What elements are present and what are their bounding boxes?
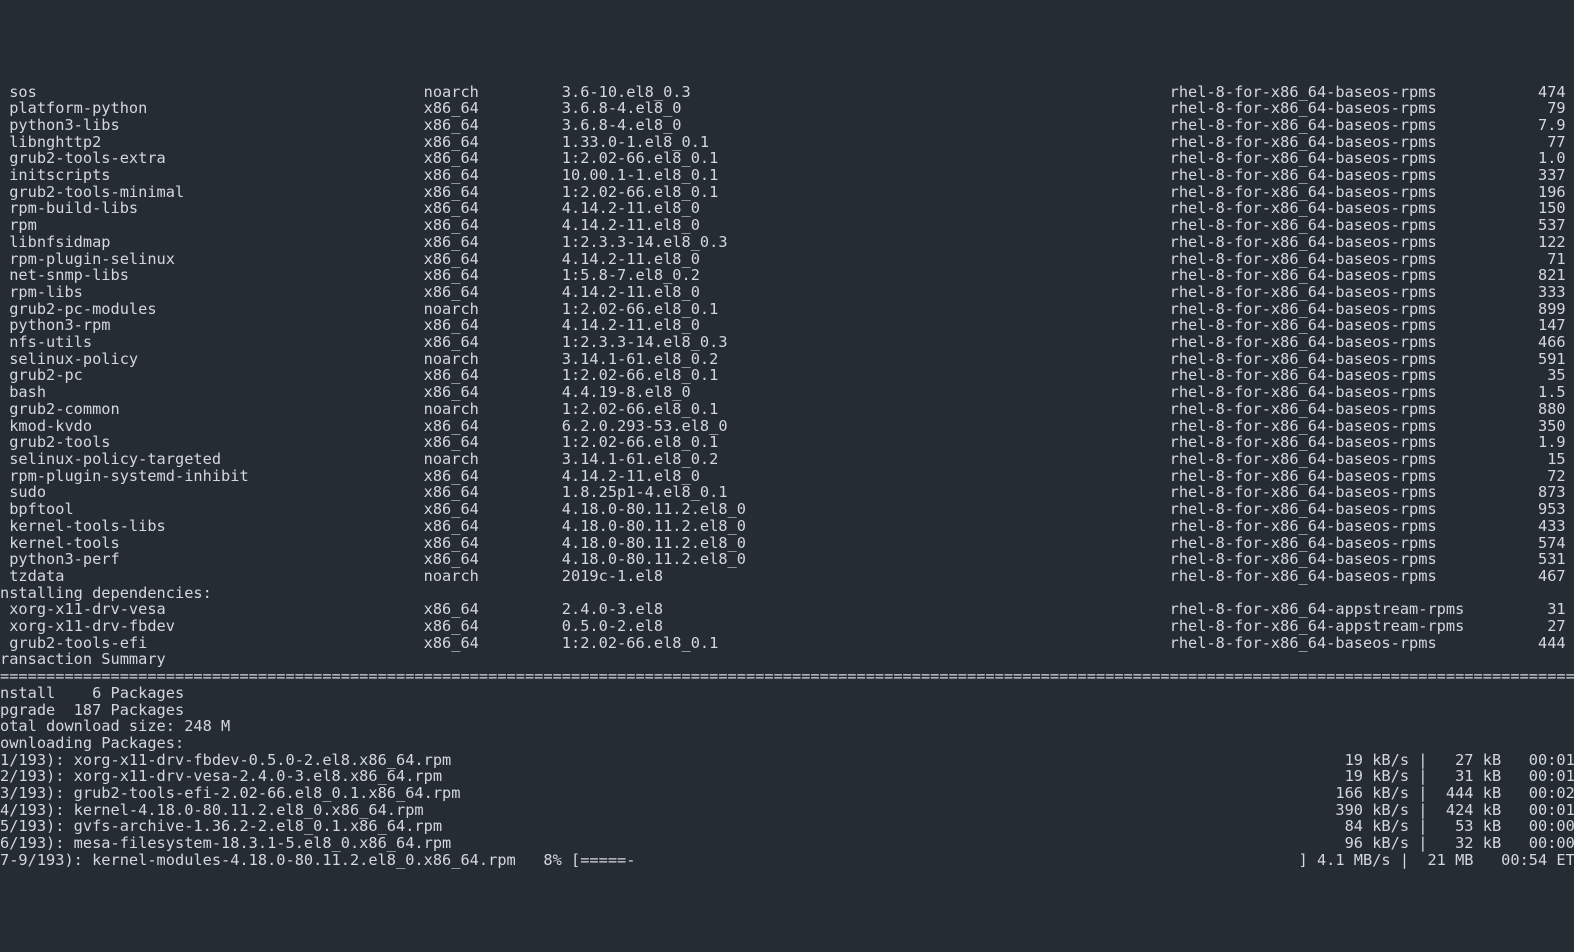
package-row: selinux-policy-targeted noarch 3.14.1-61… (0, 451, 1574, 468)
package-row: rpm-plugin-systemd-inhibit x86_64 4.14.2… (0, 468, 1574, 485)
package-row: bash x86_64 4.4.19-8.el8_0 rhel-8-for-x8… (0, 384, 1574, 401)
package-row: grub2-tools-minimal x86_64 1:2.02-66.el8… (0, 184, 1574, 201)
package-row: grub2-tools x86_64 1:2.02-66.el8_0.1 rhe… (0, 434, 1574, 451)
package-row: grub2-tools-efi x86_64 1:2.02-66.el8_0.1… (0, 635, 1574, 652)
package-row: initscripts x86_64 10.00.1-1.el8_0.1 rhe… (0, 167, 1574, 184)
separator: ========================================… (0, 668, 1574, 685)
section-header: nstalling dependencies: (0, 585, 1574, 602)
package-row: kernel-tools-libs x86_64 4.18.0-80.11.2.… (0, 518, 1574, 535)
package-row: platform-python x86_64 3.6.8-4.el8_0 rhe… (0, 100, 1574, 117)
package-row: sos noarch 3.6-10.el8_0.3 rhel-8-for-x86… (0, 84, 1574, 101)
package-row: xorg-x11-drv-vesa x86_64 2.4.0-3.el8 rhe… (0, 601, 1574, 618)
package-row: libnghttp2 x86_64 1.33.0-1.el8_0.1 rhel-… (0, 134, 1574, 151)
package-row: net-snmp-libs x86_64 1:5.8-7.el8_0.2 rhe… (0, 267, 1574, 284)
package-row: selinux-policy noarch 3.14.1-61.el8_0.2 … (0, 351, 1574, 368)
download-row: 1/193): xorg-x11-drv-fbdev-0.5.0-2.el8.x… (0, 752, 1574, 769)
package-row: grub2-pc-modules noarch 1:2.02-66.el8_0.… (0, 301, 1574, 318)
summary-header: ransaction Summary (0, 651, 1574, 668)
progress-row: 7-9/193): kernel-modules-4.18.0-80.11.2.… (0, 852, 1574, 869)
download-row: 4/193): kernel-4.18.0-80.11.2.el8_0.x86_… (0, 802, 1574, 819)
package-row: grub2-tools-extra x86_64 1:2.02-66.el8_0… (0, 150, 1574, 167)
package-row: bpftool x86_64 4.18.0-80.11.2.el8_0 rhel… (0, 501, 1574, 518)
terminal-output: sos noarch 3.6-10.el8_0.3 rhel-8-for-x86… (0, 84, 1574, 869)
package-row: sudo x86_64 1.8.25p1-4.el8_0.1 rhel-8-fo… (0, 484, 1574, 501)
package-row: python3-rpm x86_64 4.14.2-11.el8_0 rhel-… (0, 317, 1574, 334)
package-row: rpm x86_64 4.14.2-11.el8_0 rhel-8-for-x8… (0, 217, 1574, 234)
package-row: python3-perf x86_64 4.18.0-80.11.2.el8_0… (0, 551, 1574, 568)
package-row: xorg-x11-drv-fbdev x86_64 0.5.0-2.el8 rh… (0, 618, 1574, 635)
summary-upgrade: pgrade 187 Packages (0, 702, 1574, 719)
package-row: grub2-common noarch 1:2.02-66.el8_0.1 rh… (0, 401, 1574, 418)
total-download: otal download size: 248 M (0, 718, 1574, 735)
package-row: rpm-build-libs x86_64 4.14.2-11.el8_0 rh… (0, 200, 1574, 217)
package-row: rpm-plugin-selinux x86_64 4.14.2-11.el8_… (0, 251, 1574, 268)
package-row: python3-libs x86_64 3.6.8-4.el8_0 rhel-8… (0, 117, 1574, 134)
package-row: libnfsidmap x86_64 1:2.3.3-14.el8_0.3 rh… (0, 234, 1574, 251)
package-row: tzdata noarch 2019c-1.el8 rhel-8-for-x86… (0, 568, 1574, 585)
download-row: 6/193): mesa-filesystem-18.3.1-5.el8_0.x… (0, 835, 1574, 852)
download-header: ownloading Packages: (0, 735, 1574, 752)
download-row: 3/193): grub2-tools-efi-2.02-66.el8_0.1.… (0, 785, 1574, 802)
summary-install: nstall 6 Packages (0, 685, 1574, 702)
download-row: 2/193): xorg-x11-drv-vesa-2.4.0-3.el8.x8… (0, 768, 1574, 785)
download-row: 5/193): gvfs-archive-1.36.2-2.el8_0.1.x8… (0, 818, 1574, 835)
package-row: nfs-utils x86_64 1:2.3.3-14.el8_0.3 rhel… (0, 334, 1574, 351)
package-row: rpm-libs x86_64 4.14.2-11.el8_0 rhel-8-f… (0, 284, 1574, 301)
package-row: kmod-kvdo x86_64 6.2.0.293-53.el8_0 rhel… (0, 418, 1574, 435)
package-row: grub2-pc x86_64 1:2.02-66.el8_0.1 rhel-8… (0, 367, 1574, 384)
package-row: kernel-tools x86_64 4.18.0-80.11.2.el8_0… (0, 535, 1574, 552)
